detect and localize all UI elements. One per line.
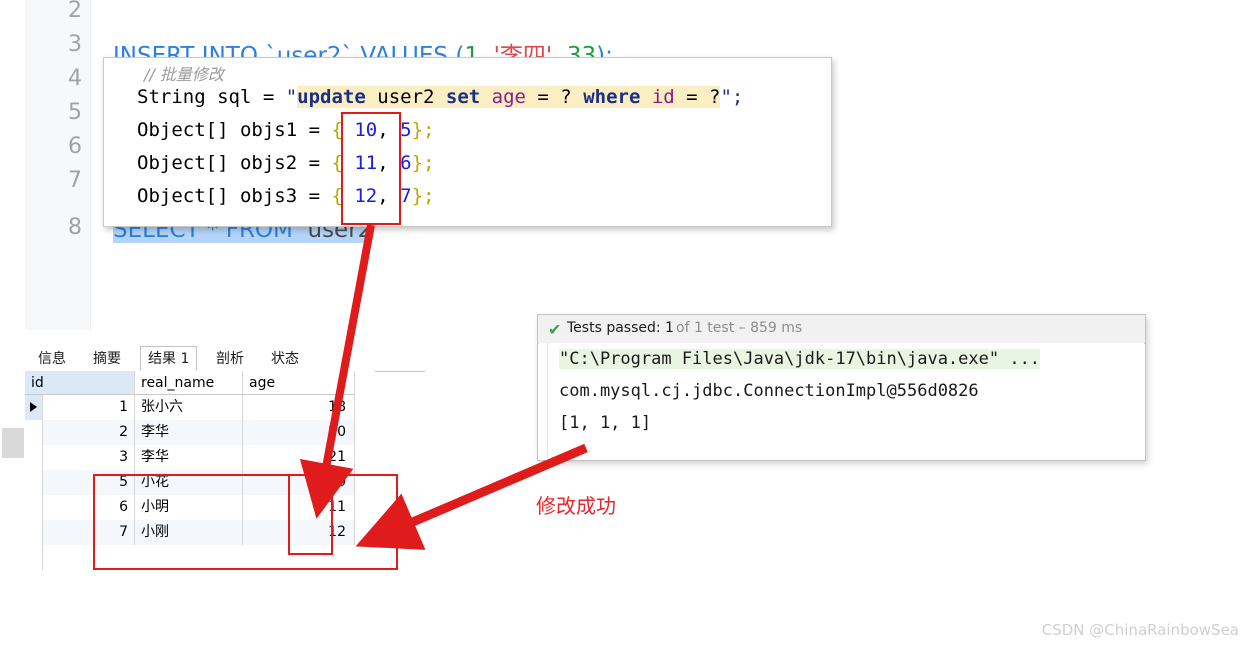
column-header-id[interactable]: id	[25, 371, 135, 395]
line-number: 4	[68, 66, 82, 91]
check-icon: ✔	[548, 322, 562, 339]
cell-age: 20	[243, 420, 355, 445]
run-console-panel[interactable]: ✔ Tests passed: 1 of 1 test – 859 ms "C:…	[537, 314, 1146, 461]
table-row[interactable]: 1 张小六 18	[25, 395, 355, 420]
sql-target-table: user2	[365, 86, 446, 108]
row-pointer-icon	[30, 402, 37, 412]
annotation-rect-array-values	[341, 112, 401, 225]
line-number: 6	[68, 134, 82, 159]
row-selector[interactable]	[25, 495, 43, 520]
row-selector[interactable]	[25, 470, 43, 495]
quote-open: "	[285, 86, 298, 108]
tab-result-1[interactable]: 结果 1	[140, 346, 198, 371]
annotation-rect-table-rows	[93, 474, 398, 570]
line-number: 8	[68, 215, 82, 240]
console-line-result: [1, 1, 1]	[559, 413, 652, 433]
editor-left-strip	[0, 0, 25, 651]
sql-string-highlight: update user2 set age = ? where id = ?	[297, 86, 721, 108]
annotation-rect-age-column	[288, 474, 333, 555]
brace-close: };	[411, 119, 435, 141]
sql-kw-where: where	[583, 86, 641, 108]
results-tab-bar: 信息 摘要 结果 1 剖析 状态	[25, 346, 425, 372]
sql-placeholder-2: = ?	[686, 86, 721, 108]
quote-close: ";	[720, 86, 744, 108]
table-row[interactable]: 2 李华 20	[25, 420, 355, 445]
column-header-real-name[interactable]: real_name	[135, 371, 243, 395]
watermark: CSDN @ChinaRainbowSea	[1041, 621, 1239, 639]
line-number: 3	[68, 32, 82, 57]
annotation-success-text: 修改成功	[536, 494, 616, 518]
sql-placeholder-1: = ?	[537, 86, 584, 108]
java-code-popup[interactable]: // 批量修改 String sql = "update user2 set a…	[103, 57, 832, 227]
console-gutter	[539, 343, 548, 458]
array-value-2: 7	[400, 185, 412, 207]
sql-kw-update: update	[297, 86, 366, 108]
row-selector-active[interactable]	[25, 395, 43, 420]
table-row[interactable]: 3 李华 21	[25, 445, 355, 470]
row-selector[interactable]	[25, 420, 43, 445]
column-header-age[interactable]: age	[243, 371, 355, 395]
console-output[interactable]: "C:\Program Files\Java\jdk-17\bin\java.e…	[539, 343, 1144, 458]
array-value-2: 5	[400, 119, 412, 141]
row-selector[interactable]	[25, 520, 43, 545]
cell-id: 1	[43, 395, 135, 420]
console-line-connection: com.mysql.cj.jdbc.ConnectionImpl@556d082…	[559, 381, 979, 401]
tests-passed-label: Tests passed: 1	[567, 320, 674, 336]
editor-gutter: 2 3 4 5 6 7 8	[25, 0, 91, 330]
line-number: 5	[68, 100, 82, 125]
row-selector[interactable]	[25, 545, 43, 570]
tests-detail-label: of 1 test – 859 ms	[676, 320, 803, 336]
java-sql-declaration: String sql = "update user2 set age = ? w…	[137, 86, 743, 108]
brace-close: };	[411, 152, 435, 174]
java-array-decl: Object[] objs2 =	[137, 152, 332, 174]
console-line-command: "C:\Program Files\Java\jdk-17\bin\java.e…	[559, 349, 1041, 369]
console-status-bar: ✔ Tests passed: 1 of 1 test – 859 ms	[538, 315, 1145, 344]
tab-status[interactable]: 状态	[263, 346, 307, 370]
sql-col-age: age	[480, 86, 538, 108]
java-comment: // 批量修改	[144, 65, 224, 84]
cell-real-name: 李华	[135, 420, 243, 445]
cell-age: 21	[243, 445, 355, 470]
row-selector[interactable]	[25, 445, 43, 470]
tab-summary[interactable]: 摘要	[85, 346, 129, 370]
vertical-scrollbar-thumb[interactable]	[2, 428, 24, 458]
java-array-decl: Object[] objs1 =	[137, 119, 332, 141]
array-value-2: 6	[400, 152, 412, 174]
line-number: 7	[68, 168, 82, 193]
java-decl-prefix: String sql =	[137, 86, 286, 108]
cell-id: 3	[43, 445, 135, 470]
cell-real-name: 李华	[135, 445, 243, 470]
tab-info[interactable]: 信息	[30, 346, 74, 370]
tab-profile[interactable]: 剖析	[208, 346, 252, 370]
line-number: 2	[68, 0, 82, 23]
cell-id: 2	[43, 420, 135, 445]
brace-close: };	[411, 185, 435, 207]
cell-age: 18	[243, 395, 355, 420]
sql-col-id: id	[640, 86, 687, 108]
grid-header-row: id real_name age	[25, 371, 355, 395]
sql-kw-set: set	[445, 86, 481, 108]
cell-real-name: 张小六	[135, 395, 243, 420]
java-array-decl: Object[] objs3 =	[137, 185, 332, 207]
screenshot-root: 2 3 4 5 6 7 8 INSERT INTO `user2` VALUES…	[0, 0, 1251, 651]
